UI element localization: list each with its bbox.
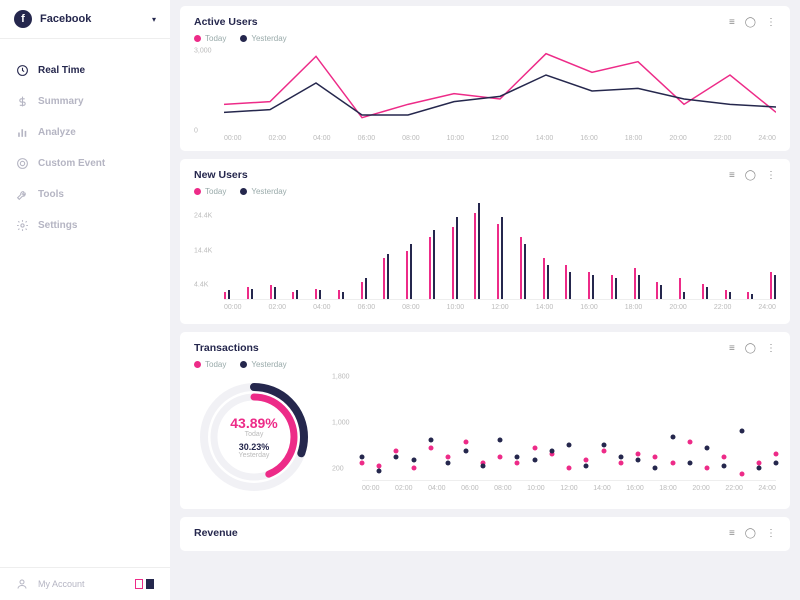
legend-today: Today [194, 187, 226, 196]
legend-yesterday: Yesterday [240, 34, 286, 43]
my-account[interactable]: My Account [0, 567, 170, 600]
card-title: Revenue [194, 527, 238, 539]
nav-list: Real TimeSummaryAnalyzeCustom EventTools… [0, 39, 170, 567]
legend-yesterday: Yesterday [240, 360, 286, 369]
clock-icon [16, 64, 29, 77]
caret-down-icon: ▾ [152, 15, 156, 24]
brand-name: Facebook [40, 13, 91, 25]
list-icon[interactable]: ≡ [729, 170, 735, 181]
facebook-logo-icon: f [14, 10, 32, 28]
dollar-icon [16, 95, 29, 108]
refresh-icon[interactable]: ◯ [745, 343, 756, 354]
card-title: New Users [194, 169, 248, 181]
nav-item-tools[interactable]: Tools [0, 179, 170, 210]
nav-item-analyze[interactable]: Analyze [0, 117, 170, 148]
refresh-icon[interactable]: ◯ [745, 170, 756, 181]
legend-yesterday: Yesterday [240, 187, 286, 196]
legend-today: Today [194, 34, 226, 43]
new-users-card: New Users ≡ ◯ ⋮ Today Yesterday 4.4K14.4… [180, 159, 790, 324]
refresh-icon[interactable]: ◯ [745, 17, 756, 28]
bars-icon [16, 126, 29, 139]
refresh-icon[interactable]: ◯ [745, 528, 756, 539]
active-users-card: Active Users ≡ ◯ ⋮ Today Yesterday 03,00… [180, 6, 790, 151]
list-icon[interactable]: ≡ [729, 343, 735, 354]
wrench-icon [16, 188, 29, 201]
list-icon[interactable]: ≡ [729, 17, 735, 28]
nav-item-real-time[interactable]: Real Time [0, 55, 170, 86]
revenue-card: Revenue ≡ ◯ ⋮ [180, 517, 790, 551]
account-label: My Account [38, 579, 85, 589]
list-icon[interactable]: ≡ [729, 528, 735, 539]
transactions-scatter: 2001,0001,800 00:0002:0004:0006:0008:001… [332, 377, 776, 497]
nav-item-settings[interactable]: Settings [0, 210, 170, 241]
more-icon[interactable]: ⋮ [766, 343, 776, 354]
card-title: Transactions [194, 342, 259, 354]
transactions-donut: 43.89% Today 30.23% Yesterday [194, 377, 314, 497]
main-content: Active Users ≡ ◯ ⋮ Today Yesterday 03,00… [170, 0, 800, 600]
transactions-card: Transactions ≡ ◯ ⋮ Today Yesterday [180, 332, 790, 509]
more-icon[interactable]: ⋮ [766, 528, 776, 539]
today-percent: 43.89% [230, 415, 277, 431]
legend-today: Today [194, 360, 226, 369]
theme-swatch-navy[interactable] [146, 579, 154, 589]
more-icon[interactable]: ⋮ [766, 17, 776, 28]
target-icon [16, 157, 29, 170]
nav-item-summary[interactable]: Summary [0, 86, 170, 117]
active-users-chart: 03,000 00:0002:0004:0006:0008:0010:0012:… [194, 51, 776, 139]
more-icon[interactable]: ⋮ [766, 170, 776, 181]
theme-swatch-pink[interactable] [135, 579, 143, 589]
sidebar: f Facebook ▾ Real TimeSummaryAnalyzeCust… [0, 0, 170, 600]
nav-item-custom-event[interactable]: Custom Event [0, 148, 170, 179]
yesterday-percent: 30.23% [230, 442, 277, 452]
user-icon [16, 578, 29, 590]
card-title: Active Users [194, 16, 258, 28]
new-users-chart: 4.4K14.4K24.4K 00:0002:0004:0006:0008:00… [194, 204, 776, 312]
gear-icon [16, 219, 29, 232]
brand-selector[interactable]: f Facebook ▾ [0, 0, 170, 39]
